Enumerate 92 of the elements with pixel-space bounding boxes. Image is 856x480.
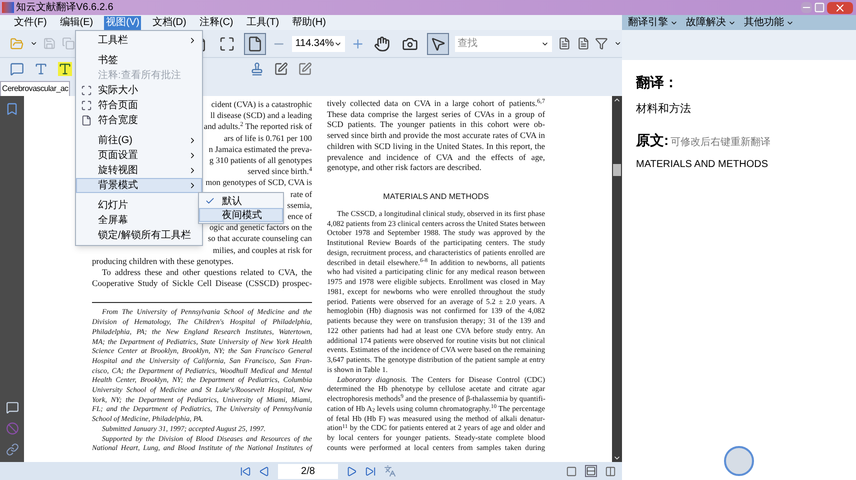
page-number-field[interactable]: 2/8 bbox=[278, 464, 338, 478]
body-paragraph: tively collected data on CVA in a large cohort of patients.$^{6,7}$ These data comprise the largest series of CVAs in a group of SCD patients. The younger patients in this cohort were ob- served since birth and provide the most accurate rates of CVA in children with SCD living in the United States. In this report, the prevalence and incidence of CVA and the effects of age, genotype, and other risk factors are described. bbox=[327, 99, 545, 174]
single-page-icon[interactable] bbox=[566, 466, 577, 476]
text-fragment: ssemia, bbox=[287, 200, 312, 212]
body-paragraph: producing children with these genotypes. bbox=[92, 256, 235, 268]
tool-button[interactable] bbox=[426, 32, 449, 54]
vertical-scrollbar[interactable] bbox=[612, 96, 622, 462]
link-icon[interactable] bbox=[6, 443, 18, 456]
text-fragment: cident (CVA) is a catastrophic bbox=[211, 99, 312, 110]
app-logo-icon bbox=[2, 2, 14, 13]
previous-page-icon[interactable] bbox=[259, 466, 270, 476]
menu-item[interactable]: 书签 bbox=[76, 53, 202, 68]
menu-item[interactable]: 实际大小 bbox=[76, 83, 202, 98]
submenu-item[interactable]: 夜间模式 bbox=[199, 208, 283, 222]
text-fragment: so that accurate counseling can bbox=[208, 233, 312, 245]
document-tab[interactable]: Cerebrovascular_ac bbox=[0, 81, 70, 96]
hand-icon bbox=[374, 36, 390, 52]
translation-heading: 翻译： bbox=[636, 73, 679, 92]
stamp-icon[interactable] bbox=[250, 62, 264, 76]
source-hint: 可修改后右键重新翻译 bbox=[670, 136, 771, 150]
check-icon bbox=[205, 196, 215, 206]
window-title: 知云文献翻译V6.6.2.6 bbox=[16, 1, 114, 14]
menu-item-icon bbox=[81, 115, 92, 126]
menu-item[interactable]: 旋转视图 bbox=[76, 163, 202, 178]
menu-item[interactable]: 页面设置 bbox=[76, 148, 202, 163]
two-page-icon[interactable] bbox=[605, 466, 616, 476]
edit-icon[interactable] bbox=[274, 62, 288, 76]
source-heading: 原文: bbox=[636, 130, 669, 150]
caret-icon[interactable] bbox=[614, 39, 622, 48]
continuous-page-icon[interactable] bbox=[585, 465, 597, 477]
menu-item[interactable]: 工具(T) bbox=[244, 16, 282, 30]
panel-menu-item[interactable]: 故障解决 bbox=[686, 16, 736, 30]
menu-item[interactable]: 文件(F) bbox=[12, 16, 49, 30]
highlight-text-icon[interactable] bbox=[58, 62, 72, 76]
menu-item[interactable]: 视图(V) bbox=[104, 16, 142, 30]
last-page-icon[interactable] bbox=[365, 466, 376, 476]
bookmark-icon[interactable] bbox=[5, 102, 19, 116]
text-fragment: g 310 patients of all genotypes bbox=[209, 155, 312, 166]
text-fragment: ll disease (SCD) and a leading bbox=[210, 110, 312, 122]
text-fragment: ogic and genetic factors on the bbox=[209, 222, 312, 234]
menu-item[interactable]: 符合页面 bbox=[76, 98, 202, 113]
text-cursor-icon[interactable] bbox=[34, 62, 48, 76]
body-paragraph: To address these and other questions related to CVA, the Cooperative Study of Sickle Cell Disease (CSSCD) prospec- bbox=[92, 267, 312, 290]
menu-item[interactable]: 锁定/解锁所有工具栏 bbox=[76, 228, 202, 243]
text-fragment: served since birth.$^{4}$ bbox=[248, 166, 312, 178]
panel-menu-item[interactable]: 其他功能 bbox=[744, 16, 794, 30]
panel-menu-item[interactable]: 翻译引擎 bbox=[628, 16, 678, 30]
page-icon bbox=[219, 36, 236, 52]
zoom-field[interactable]: 114.34% bbox=[292, 36, 345, 52]
translation-text: 材料和方法 bbox=[636, 102, 692, 117]
menu-item[interactable]: 背景模式 bbox=[76, 178, 202, 193]
page-view-button[interactable] bbox=[244, 32, 266, 54]
scroll-up-icon[interactable] bbox=[613, 96, 621, 104]
minimize-icon[interactable] bbox=[801, 2, 812, 13]
first-page-icon[interactable] bbox=[240, 466, 251, 476]
translate-icon[interactable] bbox=[384, 465, 396, 477]
text-fragment: milies, and couples at risk for bbox=[212, 244, 312, 256]
comment-icon[interactable] bbox=[10, 62, 24, 76]
page-icon bbox=[247, 36, 264, 52]
text-fragment: mon genotypes of SCD, CVA is bbox=[206, 177, 312, 189]
text-fragment: n Jamaica estimated the preva- bbox=[208, 144, 312, 156]
scroll-down-icon[interactable] bbox=[613, 454, 621, 462]
menu-item[interactable]: 幻灯片 bbox=[76, 198, 202, 213]
text-fragment: rate of bbox=[290, 188, 312, 200]
menu-item-icon bbox=[81, 85, 92, 96]
maximize-icon[interactable] bbox=[814, 2, 825, 13]
edit-icon[interactable] bbox=[298, 62, 312, 76]
menu-item[interactable]: 帮助(H) bbox=[290, 16, 328, 30]
menu-item[interactable]: 前往(G) bbox=[76, 133, 202, 148]
text-fragment: ence of bbox=[288, 211, 312, 222]
caret-icon[interactable] bbox=[30, 39, 38, 48]
document-icon[interactable] bbox=[576, 36, 590, 51]
submenu-item[interactable]: 默认 bbox=[199, 194, 283, 208]
menu-item-icon bbox=[81, 100, 92, 111]
filter-icon[interactable] bbox=[595, 36, 608, 51]
menu-item[interactable]: 工具栏 bbox=[76, 33, 202, 48]
section-heading: MATERIALS AND METHODS bbox=[382, 190, 490, 203]
close-icon[interactable] bbox=[827, 2, 853, 14]
menu-item[interactable]: 文档(D) bbox=[150, 16, 188, 30]
pointer-icon bbox=[430, 36, 446, 52]
text-fragment: and adults.$^{2}$ The reported risk of bbox=[204, 121, 312, 133]
menu-item[interactable]: 符合宽度 bbox=[76, 113, 202, 128]
text-fragment: ars of life is 0.761 per 100 bbox=[224, 132, 312, 144]
scrollbar-thumb[interactable] bbox=[613, 164, 621, 176]
menu-item[interactable]: 全屏幕 bbox=[76, 213, 202, 228]
next-page-icon[interactable] bbox=[346, 466, 357, 476]
menu-item[interactable]: 编辑(E) bbox=[58, 16, 96, 30]
menu-item[interactable]: 注释(C) bbox=[197, 16, 236, 30]
source-text: MATERIALS AND METHODS bbox=[636, 158, 770, 172]
round-button[interactable] bbox=[724, 446, 754, 476]
document-icon[interactable] bbox=[558, 36, 571, 51]
camera-icon bbox=[402, 36, 418, 52]
